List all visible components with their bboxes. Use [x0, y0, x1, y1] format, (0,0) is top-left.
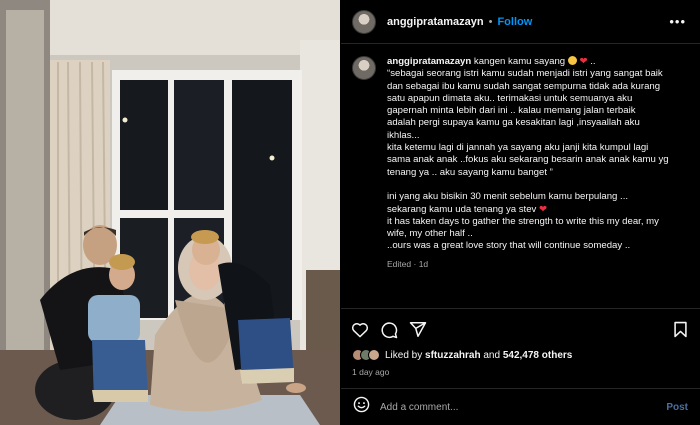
- bookmark-icon[interactable]: [673, 321, 688, 343]
- caption-paragraph-1: “sebagai seorang istri kamu sudah menjad…: [387, 68, 687, 179]
- author-username-link[interactable]: anggipratamazayn: [387, 16, 484, 28]
- caption-paragraph-gap: [387, 179, 687, 191]
- likes-and: and: [483, 349, 501, 361]
- caption-body: anggipratamazayn kangen kamu sayang ❤ ..…: [387, 56, 687, 270]
- caption-line: it has taken days to gather the strength…: [387, 215, 659, 227]
- red-heart-emoji-icon: ❤: [536, 203, 548, 215]
- author-avatar[interactable]: [352, 9, 376, 34]
- comment-icon[interactable]: [380, 321, 398, 344]
- family-photo-illustration: [0, 0, 340, 425]
- emoji-icon[interactable]: [353, 396, 370, 418]
- caption-first-text: kangen kamu sayang: [473, 56, 566, 67]
- edited-age: 1d: [418, 258, 429, 269]
- actions-bar: [341, 308, 700, 348]
- likes-row: Liked by sftuzzahrah and 542,478 others: [352, 349, 572, 361]
- caption-line: satu apapun dimata aku.. terimakasi untu…: [387, 92, 633, 104]
- edited-dot: ·: [413, 258, 417, 269]
- caption-line: dan sebagai ibu kamu sudah sangat sempur…: [387, 80, 661, 92]
- caption-username-link[interactable]: anggipratamazayn: [387, 56, 471, 67]
- caption-first-suffix: ..: [590, 56, 596, 67]
- post-side-panel: anggipratamazayn • Follow ••• anggiprata…: [341, 0, 700, 425]
- caption-meta: Edited · 1d: [387, 258, 687, 270]
- caption-line: “sebagai seorang istri kamu sudah menjad…: [387, 68, 663, 80]
- likes-count-link[interactable]: 542,478 others: [503, 350, 573, 361]
- edited-label: Edited: [387, 258, 412, 269]
- caption-paragraph-2: ini yang aku bisikin 30 menit sebelum ka…: [387, 191, 687, 252]
- caption-line: ..ours was a great love story that will …: [387, 240, 631, 252]
- caption-line: gapernah minta lebih dari ini .. kalau m…: [387, 105, 636, 117]
- likes-text: Liked by sftuzzahrah and 542,478 others: [385, 350, 572, 361]
- share-icon[interactable]: [409, 321, 427, 343]
- caption-line: ini yang aku bisikin 30 menit sebelum ka…: [387, 191, 629, 203]
- post-header: anggipratamazayn • Follow •••: [341, 0, 700, 44]
- follow-button[interactable]: Follow: [497, 16, 532, 28]
- caption-area: anggipratamazayn kangen kamu sayang ❤ ..…: [352, 56, 692, 270]
- comment-input[interactable]: [380, 401, 667, 413]
- likes-prefix: Liked by: [385, 349, 423, 361]
- post-photo[interactable]: [0, 0, 340, 425]
- header-separator-dot: •: [488, 15, 493, 28]
- caption-line: ikhlas...: [387, 129, 420, 141]
- caption-line: wife, my other half ..: [387, 228, 473, 240]
- post-comment-button[interactable]: Post: [666, 402, 688, 413]
- caption-line: sama anak anak ..fokus aku sekarang besa…: [387, 154, 669, 166]
- red-heart-emoji-icon: ❤: [579, 56, 588, 67]
- post-timestamp[interactable]: 1 day ago: [352, 367, 389, 377]
- more-icon[interactable]: •••: [669, 14, 686, 29]
- caption-line: adalah pergi supaya kamu ga kesakitan la…: [387, 117, 640, 129]
- pleading-face-emoji-icon: [567, 56, 577, 65]
- caption-line: tenang ya .. aku sayang kamu banget ”: [387, 166, 553, 178]
- comment-bar: Post: [341, 388, 700, 425]
- caption-line: sekarang kamu uda tenang ya stev ❤: [387, 203, 548, 215]
- caption-line: kita ketemu lagi di jannah ya sayang aku…: [387, 142, 649, 154]
- liker-name-link[interactable]: sftuzzahrah: [425, 350, 481, 361]
- caption-author-avatar[interactable]: [352, 56, 376, 80]
- caption-first-line: anggipratamazayn kangen kamu sayang ❤ ..: [387, 56, 687, 68]
- heart-outline-icon[interactable]: [351, 321, 369, 343]
- liker-avatar-3: [368, 349, 380, 361]
